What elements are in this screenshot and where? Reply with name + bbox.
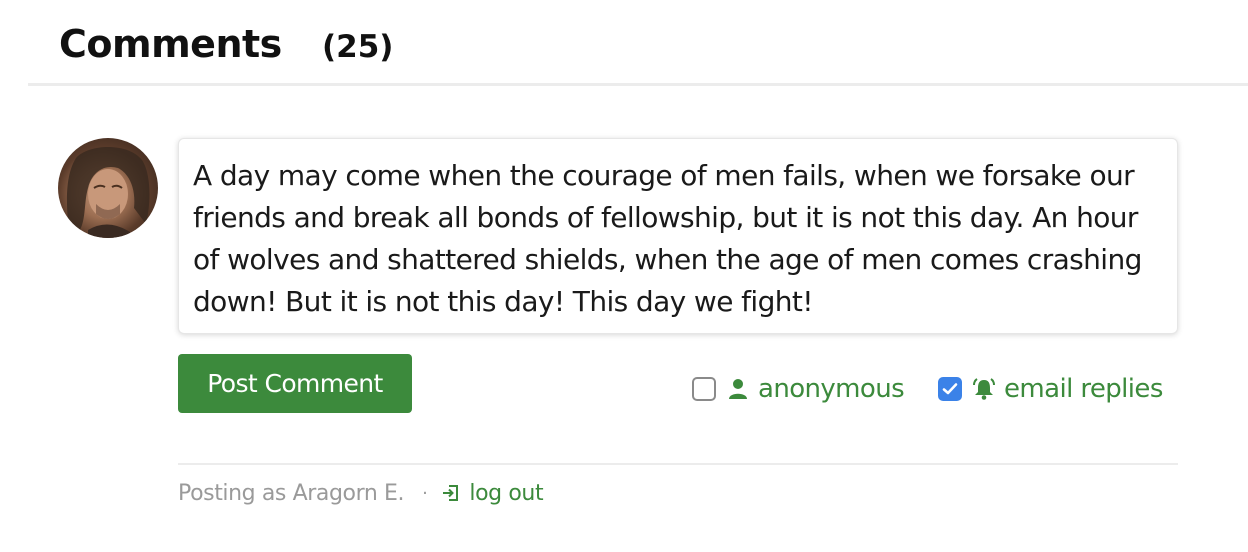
footer-divider (178, 463, 1178, 465)
posting-as-text: Posting as Aragorn E. (178, 480, 405, 506)
anonymous-option[interactable]: anonymous (692, 372, 905, 406)
log-out-icon (441, 483, 461, 503)
email-replies-checkbox[interactable] (938, 377, 962, 401)
person-icon (726, 377, 750, 401)
posting-footer: Posting as Aragorn E. · log out (178, 478, 544, 508)
comments-section: Comments (25) A day may come when the co… (0, 0, 1248, 552)
checkmark-icon (942, 383, 958, 395)
comments-title: Comments (59, 22, 282, 66)
email-replies-option[interactable]: email replies (938, 372, 1163, 406)
comment-textarea[interactable]: A day may come when the courage of men f… (178, 138, 1178, 334)
log-out-link[interactable]: log out (441, 480, 544, 506)
post-comment-button[interactable]: Post Comment (178, 354, 412, 413)
user-avatar-photo-icon (66, 147, 150, 238)
comments-header: Comments (25) (28, 0, 1248, 86)
separator-dot: · (422, 482, 428, 504)
bell-icon (972, 377, 996, 401)
avatar (58, 138, 158, 238)
anonymous-label: anonymous (758, 374, 905, 404)
email-replies-label: email replies (1004, 374, 1163, 404)
log-out-label: log out (469, 480, 544, 506)
anonymous-checkbox[interactable] (692, 377, 716, 401)
comments-count: (25) (322, 29, 394, 65)
